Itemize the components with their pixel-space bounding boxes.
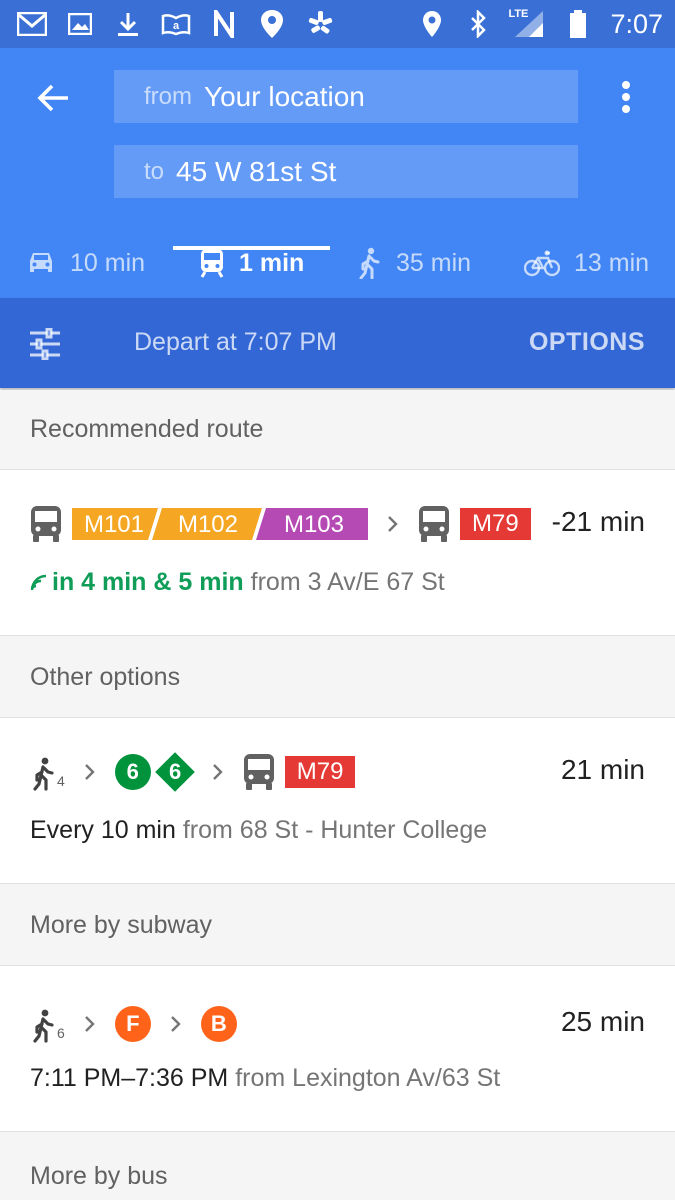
directions-header: from Your location to 45 W 81st St 10 mi… [0,48,675,298]
origin-field[interactable]: from Your location [114,70,578,123]
section-more-by-bus: More by bus [0,1136,675,1200]
route-time-range: 7:11 PM–7:36 PM [30,1064,229,1092]
maps-pin-icon [256,8,288,40]
signal-icon: LTE [508,8,548,40]
bike-icon [524,250,560,277]
departure-stop: from 68 St - Hunter College [182,816,488,844]
line-badge-m79: M79 [284,756,356,788]
status-bar: a LTE 7:07 [0,0,675,48]
walk-icon [33,1009,54,1043]
tab-transit[interactable]: 1 min [199,228,304,298]
route-duration: 21 min [560,754,645,785]
chevron-right-icon [380,509,406,539]
route-details: Every 10 min from 68 St - Hunter College [30,816,487,845]
gmail-icon [16,8,48,40]
options-button[interactable]: OPTIONS [529,328,645,357]
yelp-icon [304,8,336,40]
line-badge-m103: M103 [284,511,344,538]
back-button[interactable] [30,78,76,118]
bluetooth-icon [462,8,494,40]
cycling-duration: 13 min [574,248,650,277]
clock: 7:07 [610,8,663,39]
subway-line-f: F [114,1006,151,1042]
tune-icon[interactable] [28,328,62,360]
depart-time-label[interactable]: Depart at 7:07 PM [134,328,337,357]
battery-icon [562,8,594,40]
destination-field[interactable]: to 45 W 81st St [114,145,578,198]
departure-stop: from 3 Av/E 67 St [250,568,445,596]
subway-line-6: 6 [114,754,151,790]
walking-duration: 35 min [396,248,472,277]
network-type-label: LTE [508,8,529,20]
chevron-right-icon [205,757,231,787]
transit-icon [200,249,224,278]
location-icon [416,8,448,40]
route-details: in 4 min & 5 min from 3 Av/E 67 St [30,568,445,597]
chevron-right-icon [77,1009,103,1039]
walk-minutes: 6 [57,1025,65,1041]
amazon-icon: a [160,8,192,40]
subway-line-b: B [200,1006,237,1042]
section-other-options: Other options [0,638,675,718]
walk-minutes: 4 [57,773,65,789]
bus-icon [30,505,62,543]
route-card-recommended[interactable]: M101 M102 M103 M79 -21 min in 4 min & 5 … [0,470,675,636]
express-line-label: 6 [168,759,181,784]
section-more-by-subway: More by subway [0,886,675,966]
tab-driving[interactable]: 10 min [26,228,145,298]
transit-duration: 1 min [239,248,305,277]
walk-segment: 6 [30,1005,65,1043]
download-icon [112,8,144,40]
tab-walking[interactable]: 35 min [356,228,471,298]
chevron-right-icon [77,757,103,787]
arrow-back-icon [37,84,68,112]
to-prefix: to [144,157,165,185]
depart-time-bar[interactable]: Depart at 7:07 PM OPTIONS [0,298,675,388]
line-badge-m79: M79 [460,508,531,540]
bus-icon [418,505,450,543]
line-badge-m102: M102 [178,511,238,538]
destination-value: 45 W 81st St [176,155,337,187]
more-options-button[interactable] [605,76,647,118]
photo-icon [64,8,96,40]
walk-segment: 4 [30,753,65,791]
travel-mode-tabs: 10 min 1 min 35 min 13 min [0,228,675,298]
route-duration: 25 min [560,1006,645,1037]
route-frequency: Every 10 min [30,816,176,844]
route-card-other[interactable]: 4 6 6 M79 21 min Every 10 min from 68 St… [0,718,675,884]
walk-icon [359,247,380,279]
car-icon [30,253,52,272]
svg-text:a: a [173,20,180,32]
driving-duration: 10 min [70,248,146,277]
bus-line-badges: M101 M102 M103 [72,508,368,540]
active-tab-indicator [173,246,330,250]
tab-cycling[interactable]: 13 min [524,228,649,298]
route-details: 7:11 PM–7:36 PM from Lexington Av/63 St [30,1064,500,1093]
n-icon [208,8,240,40]
section-recommended: Recommended route [0,390,675,470]
departure-stop: from Lexington Av/63 St [235,1064,501,1092]
route-duration: -21 min [551,506,645,537]
bus-icon [243,753,275,791]
line-badge-m101: M101 [84,511,144,538]
walk-icon [33,757,54,791]
bus-line-group: M101 M102 M103 [72,508,368,540]
live-departure-times: in 4 min & 5 min [52,568,244,596]
origin-value: Your location [204,80,365,112]
more-vert-icon [622,81,630,113]
from-prefix: from [144,82,192,110]
chevron-right-icon [163,1009,189,1039]
subway-line-6-express: 6 [154,752,195,792]
live-signal-icon [30,574,47,591]
route-card-subway[interactable]: 6 F B 25 min 7:11 PM–7:36 PM from Lexing… [0,966,675,1132]
